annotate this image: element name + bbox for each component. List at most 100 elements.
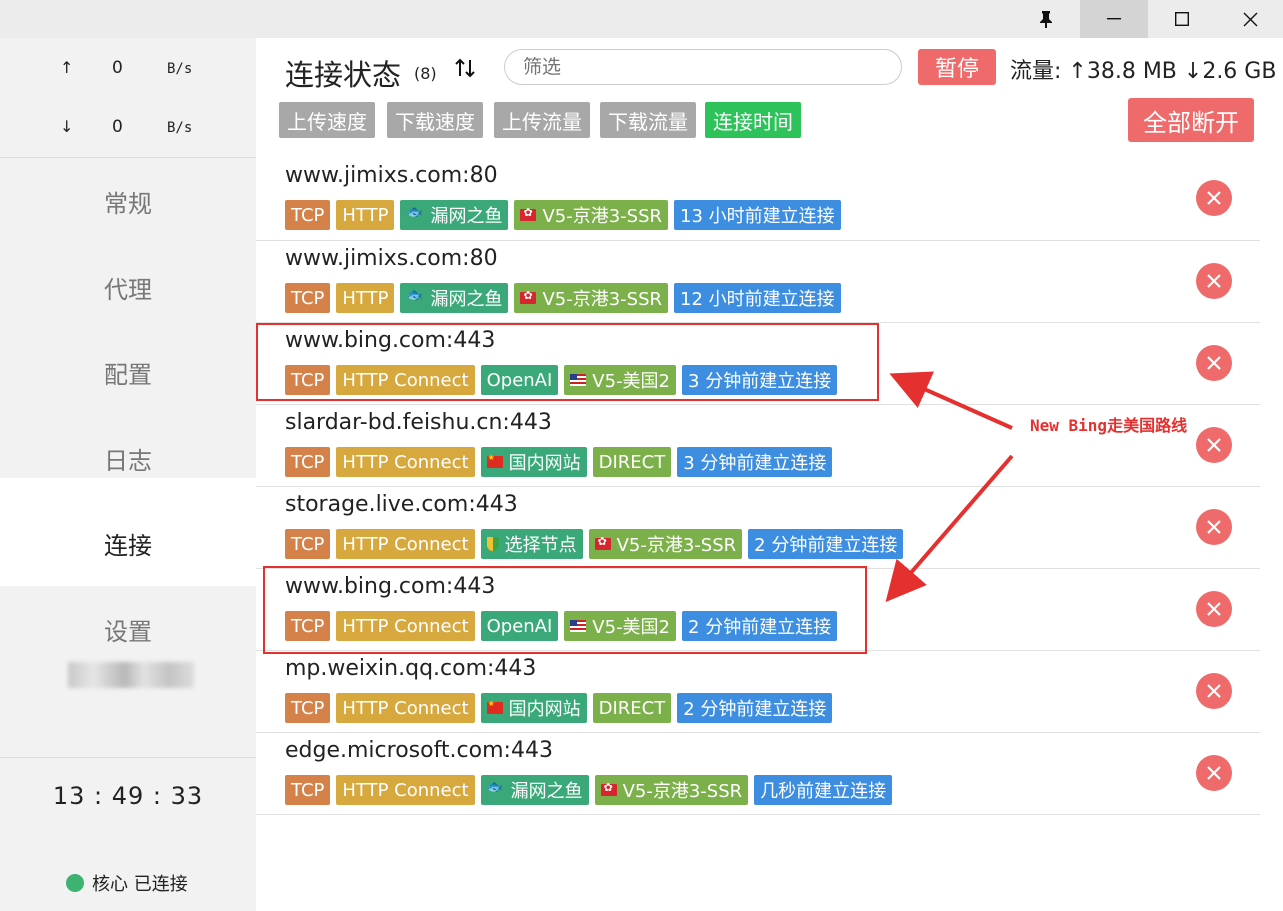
- type-tag: HTTP Connect: [336, 529, 475, 559]
- close-icon: [1207, 356, 1221, 370]
- upload-speed-unit: B/s: [167, 61, 193, 77]
- status-dot-icon: [66, 874, 84, 892]
- pin-icon: [1040, 11, 1052, 28]
- maximize-icon: [1175, 12, 1189, 26]
- node-tag-label: V5-京港3-SSR: [616, 535, 737, 556]
- network-tag-label: TCP: [291, 615, 325, 637]
- rule-tag: 漏网之鱼: [480, 775, 589, 805]
- rule-tag-label: OpenAI: [486, 369, 553, 391]
- connection-host: www.jimixs.com:80: [285, 246, 498, 271]
- time-tag-label: 13 小时前建立连接: [680, 206, 835, 227]
- close-icon: [1207, 520, 1221, 534]
- nav-proxy-label: 代理: [104, 275, 152, 304]
- upload-speed: ↑ 0 B/s: [0, 54, 256, 84]
- rule-tag: 漏网之鱼: [400, 283, 509, 313]
- pause-button[interactable]: 暂停: [918, 49, 996, 85]
- disconnect-all-button[interactable]: 全部断开: [1128, 98, 1254, 142]
- nav-profiles[interactable]: 配置: [0, 329, 256, 415]
- sort-download-speed-button[interactable]: 下载速度: [387, 102, 483, 138]
- connection-host: mp.weixin.qq.com:443: [285, 656, 537, 681]
- sort-connection-time-button[interactable]: 连接时间: [705, 102, 801, 138]
- close-connection-button[interactable]: [1196, 591, 1232, 627]
- nav-general-label: 常规: [104, 189, 152, 218]
- fish-icon: [406, 288, 424, 304]
- download-speed: ↓ 0 B/s: [0, 113, 256, 143]
- sort-order-button[interactable]: [454, 56, 478, 82]
- sort-upload-traffic-button[interactable]: 上传流量: [494, 102, 590, 138]
- nav-settings[interactable]: 设置: [0, 586, 256, 672]
- minimize-button[interactable]: [1080, 0, 1148, 38]
- connection-tags: TCP HTTP Connect 国内网站 DIRECT 2 分钟前建立连接: [285, 693, 833, 723]
- node-tag: V5-京港3-SSR: [594, 775, 749, 805]
- node-tag-label: DIRECT: [598, 451, 666, 473]
- hong-kong-flag-icon: [520, 289, 537, 304]
- rule-tag-label: 漏网之鱼: [430, 289, 503, 310]
- connection-host: storage.live.com:443: [285, 492, 518, 517]
- nav-connections-label: 连接: [104, 531, 152, 560]
- network-tag: TCP: [285, 365, 331, 395]
- filter-input[interactable]: [504, 49, 902, 85]
- type-tag-label: HTTP Connect: [342, 451, 469, 473]
- main-panel: 连接状态 (8) 暂停 流量: ↑38.8 MB ↓2.6 GB 上传速度 下载…: [256, 38, 1283, 911]
- sort-upload-speed-button[interactable]: 上传速度: [279, 102, 375, 138]
- time-tag-label: 12 小时前建立连接: [680, 289, 835, 310]
- connection-row: www.jimixs.com:80 TCP HTTP 漏网之鱼 V5-京港3-SSR 12…: [256, 240, 1260, 322]
- type-tag-label: HTTP Connect: [342, 697, 469, 719]
- network-tag: TCP: [285, 775, 331, 805]
- type-tag: HTTP Connect: [336, 365, 475, 395]
- time-tag: 2 分钟前建立连接: [677, 693, 833, 723]
- download-arrow-icon: ↓: [60, 117, 74, 136]
- page-title: 连接状态: [285, 58, 402, 92]
- rule-tag-label: 漏网之鱼: [510, 781, 583, 802]
- network-tag-label: TCP: [291, 451, 325, 473]
- rule-tag: 国内网站: [480, 447, 587, 477]
- type-tag-label: HTTP Connect: [342, 533, 469, 555]
- nav-connections[interactable]: 连接: [0, 500, 256, 586]
- network-tag: TCP: [285, 529, 331, 559]
- connection-host: edge.microsoft.com:443: [285, 738, 553, 763]
- network-tag: TCP: [285, 611, 331, 641]
- connections-header: 连接状态 (8) 暂停 流量: ↑38.8 MB ↓2.6 GB 上传速度 下载…: [256, 38, 1283, 158]
- type-tag: HTTP: [336, 200, 395, 230]
- node-tag-label: V5-美国2: [592, 617, 671, 638]
- connection-row: edge.microsoft.com:443 TCP HTTP Connect 漏网之…: [256, 732, 1260, 814]
- node-tag: V5-京港3-SSR: [514, 283, 669, 313]
- annotation-text: New Bing走美国路线: [1030, 416, 1188, 435]
- hong-kong-flag-icon: [594, 535, 611, 550]
- connection-row: www.bing.com:443 TCP HTTP Connect OpenAI V5-…: [256, 322, 1260, 404]
- type-tag-label: HTTP Connect: [342, 369, 469, 391]
- maximize-button[interactable]: [1148, 0, 1216, 38]
- pin-button[interactable]: [1012, 0, 1080, 38]
- nav-general[interactable]: 常规: [0, 158, 256, 244]
- us-flag-icon: [570, 620, 587, 632]
- nav-proxy[interactable]: 代理: [0, 244, 256, 330]
- blurred-user-info: [68, 662, 194, 688]
- rule-tag: 漏网之鱼: [400, 200, 509, 230]
- close-window-button[interactable]: [1216, 0, 1283, 38]
- close-connection-button[interactable]: [1196, 509, 1232, 545]
- close-connection-button[interactable]: [1196, 263, 1232, 299]
- sidebar-divider-bottom: [0, 757, 256, 758]
- network-tag-label: TCP: [291, 779, 325, 801]
- close-connection-button[interactable]: [1196, 345, 1232, 381]
- close-connection-button[interactable]: [1196, 427, 1232, 463]
- hong-kong-flag-icon: [520, 206, 537, 221]
- close-connection-button[interactable]: [1196, 180, 1232, 216]
- sidebar: ↑ 0 B/s ↓ 0 B/s 常规 代理 配置 日志 连接 设置 13 : 4…: [0, 38, 256, 911]
- close-connection-button[interactable]: [1196, 755, 1232, 791]
- close-connection-button[interactable]: [1196, 673, 1232, 709]
- node-tag: DIRECT: [592, 693, 672, 723]
- node-tag: V5-美国2: [564, 611, 677, 641]
- sort-download-traffic-button[interactable]: 下载流量: [600, 102, 696, 138]
- download-speed-unit: B/s: [167, 120, 193, 136]
- close-icon: [1207, 684, 1221, 698]
- node-tag-label: V5-京港3-SSR: [542, 289, 663, 310]
- core-status-label: 核心 已连接: [92, 874, 188, 895]
- sort-arrows-icon: [455, 58, 475, 78]
- connection-tags: TCP HTTP 漏网之鱼 V5-京港3-SSR 13 小时前建立连接: [285, 200, 841, 230]
- type-tag-label: HTTP: [342, 204, 389, 226]
- type-tag-label: HTTP Connect: [342, 615, 469, 637]
- rule-tag-label: 国内网站: [508, 699, 581, 720]
- connection-count: (8): [414, 64, 437, 83]
- rule-tag: 国内网站: [480, 693, 587, 723]
